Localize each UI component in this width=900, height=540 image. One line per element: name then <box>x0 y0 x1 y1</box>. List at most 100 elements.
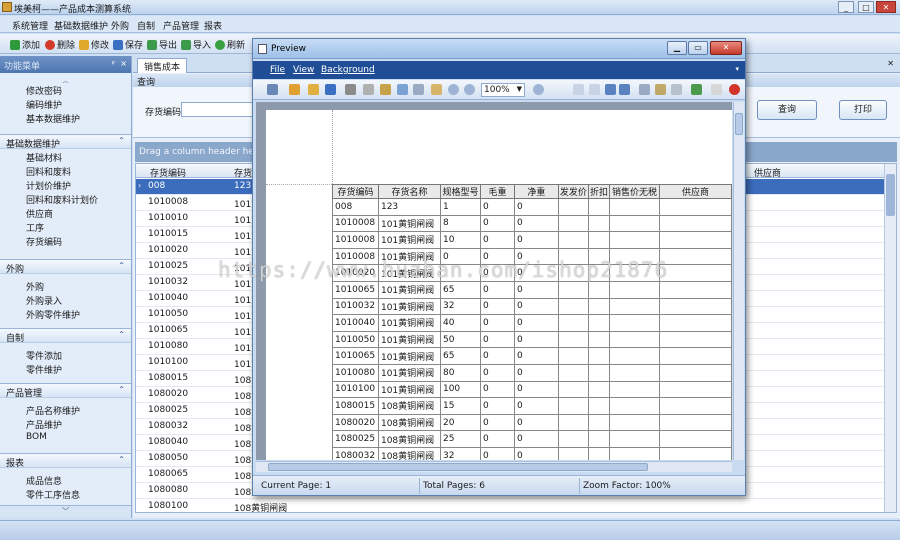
zoom-in-icon[interactable] <box>464 84 475 95</box>
multi-page-icon[interactable] <box>413 84 424 95</box>
report-cell: 1010065 <box>332 280 379 299</box>
query-button[interactable]: 查询 <box>757 100 817 120</box>
zoom-select[interactable]: 100% ▼ <box>481 83 525 97</box>
row-indicator-icon: › <box>138 181 142 190</box>
report-column-header: 供应商 <box>658 184 732 199</box>
preview-hscroll-thumb[interactable] <box>268 463 648 471</box>
sidebar-item[interactable]: 零件添加 <box>0 347 131 362</box>
background-icon[interactable] <box>639 84 650 95</box>
sidebar-item[interactable]: 供应商 <box>0 205 131 220</box>
grid-scroll-thumb[interactable] <box>886 174 895 216</box>
sidebar-item[interactable]: 计划价维护 <box>0 177 131 192</box>
last-page-icon[interactable] <box>619 84 630 95</box>
menu-selfmade[interactable]: 自制 <box>137 19 155 32</box>
sidebar-item[interactable]: 回料和废料计划价 <box>0 191 131 206</box>
prev-page-icon[interactable] <box>589 84 600 95</box>
save-icon[interactable] <box>325 84 336 95</box>
report-cell <box>608 430 660 448</box>
preview-menu-file[interactable]: File <box>270 65 285 75</box>
delete-button[interactable]: 删除 <box>45 38 75 51</box>
preview-menu-view[interactable]: View <box>293 65 314 75</box>
table-row[interactable]: 1080100 108黄铜闸阀 <box>136 499 896 512</box>
find-icon[interactable] <box>267 84 278 95</box>
quick-print-icon[interactable] <box>380 84 391 95</box>
maximize-button[interactable]: □ <box>858 1 874 13</box>
sidebar-group-header[interactable]: 基础数据维护 ⌃ <box>0 135 131 150</box>
menu-product[interactable]: 产品管理 <box>163 19 199 32</box>
preview-close-button[interactable]: ✕ <box>710 41 742 55</box>
scale-icon[interactable] <box>397 84 408 95</box>
tab-close-icon[interactable]: ✕ <box>887 59 894 68</box>
report-cell: 108黄铜闸阀 <box>377 446 441 460</box>
minimize-button[interactable]: _ <box>838 1 854 13</box>
sidebar-item[interactable]: 产品名称维护 <box>0 402 131 417</box>
tab-sales-cost[interactable]: 销售成本 <box>137 58 188 73</box>
preview-vertical-scrollbar[interactable] <box>733 102 744 460</box>
first-page-icon[interactable] <box>573 84 584 95</box>
zoom-icon[interactable] <box>533 84 544 95</box>
open-icon[interactable] <box>289 84 300 95</box>
print-icon[interactable] <box>363 84 374 95</box>
sidebar-item[interactable]: 产品维护 <box>0 416 131 431</box>
menu-system[interactable]: 系统管理 <box>12 19 48 32</box>
sidebar-item[interactable]: 零件工序信息 <box>0 486 131 501</box>
sidebar-group-header[interactable]: 自制 ⌃ <box>0 329 131 344</box>
sidebar-item[interactable]: 外购录入 <box>0 292 131 307</box>
page-setup-icon[interactable] <box>345 84 356 95</box>
sidebar-item[interactable]: 零件维护 <box>0 361 131 376</box>
sidebar-item[interactable]: 成品信息 <box>0 472 131 487</box>
preview-minimize-button[interactable]: ▁ <box>667 41 687 55</box>
report-cell <box>557 413 589 432</box>
report-row: 008 123 1 0 0 <box>332 198 732 216</box>
send-email-icon[interactable] <box>711 84 722 95</box>
export-icon[interactable] <box>691 84 702 95</box>
column-header-supplier[interactable]: 供应商 <box>754 166 781 179</box>
add-button[interactable]: 添加 <box>10 38 40 51</box>
inventory-code-input[interactable] <box>181 102 261 117</box>
pin-icon[interactable]: ᵖ <box>112 59 115 68</box>
chevron-up-icon: ⌃ <box>118 136 125 145</box>
preview-menu-background[interactable]: Background <box>321 65 375 75</box>
menu-basic-data[interactable]: 基础数据维护 <box>54 19 108 32</box>
watermark-icon[interactable] <box>655 84 666 95</box>
edit-button[interactable]: 修改 <box>79 38 109 51</box>
import-button[interactable]: 导入 <box>181 38 211 51</box>
sidebar-item[interactable]: 基本数据维护 <box>0 110 131 125</box>
report-cell: 40 <box>439 314 481 332</box>
sidebar-close-icon[interactable]: × <box>120 59 127 68</box>
sidebar-group-header[interactable]: 报表 ⌃ <box>0 454 131 469</box>
close-preview-icon[interactable] <box>729 84 740 95</box>
sidebar-item[interactable]: 编码维护 <box>0 96 131 111</box>
next-page-icon[interactable] <box>605 84 616 95</box>
grid-vertical-scrollbar[interactable] <box>884 164 896 512</box>
sidebar-item[interactable]: BOM <box>0 430 131 444</box>
sidebar-item[interactable]: 外购零件维护 <box>0 306 131 321</box>
sidebar-group-header[interactable]: 外购 ⌃ <box>0 260 131 275</box>
preview-titlebar[interactable]: Preview ▁ ▭ ✕ <box>253 39 745 59</box>
print-button[interactable]: 打印 <box>839 100 887 120</box>
refresh-button[interactable]: 刷新 <box>215 38 245 51</box>
scale-page-icon[interactable] <box>671 84 682 95</box>
preview-vscroll-thumb[interactable] <box>735 113 743 135</box>
column-header-code[interactable]: 存货编码 <box>150 166 186 179</box>
export-button[interactable]: 导出 <box>147 38 177 51</box>
close-button[interactable]: ✕ <box>876 1 896 13</box>
folder-icon[interactable] <box>308 84 319 95</box>
sidebar-item[interactable]: 外购 <box>0 278 131 293</box>
hand-tool-icon[interactable] <box>431 84 442 95</box>
report-cell: 101黄铜闸阀 <box>377 347 441 365</box>
preview-menu-overflow-icon[interactable]: ▾ <box>735 65 739 73</box>
sidebar-item[interactable]: 工序 <box>0 219 131 234</box>
save-button[interactable]: 保存 <box>113 38 143 51</box>
zoom-out-icon[interactable] <box>448 84 459 95</box>
preview-maximize-button[interactable]: ▭ <box>688 41 708 55</box>
sidebar-item[interactable]: 回料和废料 <box>0 163 131 178</box>
sidebar-group-header[interactable]: 产品管理 ⌃ <box>0 384 131 399</box>
menu-report[interactable]: 报表 <box>204 19 222 32</box>
sidebar-item[interactable]: 基础材料 <box>0 149 131 164</box>
sidebar-item[interactable]: 存货编码 <box>0 233 131 248</box>
preview-horizontal-scrollbar[interactable] <box>256 461 732 472</box>
menu-purchase[interactable]: 外购 <box>111 19 129 32</box>
sidebar-scroll-down-icon[interactable]: ﹀ <box>0 505 131 518</box>
cell-code: 008 <box>148 181 166 191</box>
